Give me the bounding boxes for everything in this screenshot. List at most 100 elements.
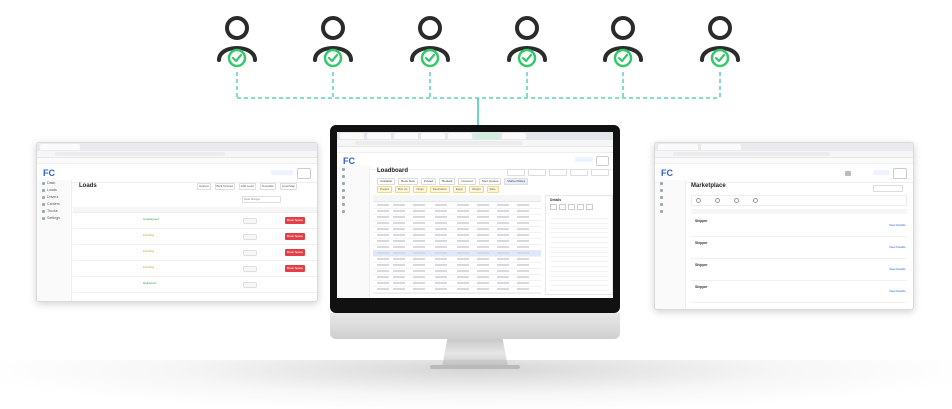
radio-icon[interactable] (734, 198, 739, 203)
sidebar-item[interactable]: Drivers (37, 194, 71, 201)
radio-icon[interactable] (753, 198, 758, 203)
sidebar-item[interactable] (655, 180, 685, 187)
address-bar[interactable] (655, 151, 913, 158)
sidebar-item[interactable] (655, 208, 685, 215)
sidebar-item[interactable] (337, 194, 369, 201)
filter-button[interactable] (873, 185, 903, 192)
browser-tab[interactable] (367, 133, 391, 139)
date-range-input[interactable]: Date Range (242, 196, 281, 203)
address-bar[interactable] (37, 151, 317, 158)
browser-tab[interactable] (658, 144, 698, 150)
tab[interactable]: Posted (420, 178, 437, 185)
toolbar-button[interactable]: Template (259, 183, 276, 190)
view-details-link[interactable]: View Details (889, 245, 905, 249)
toolbar-button[interactable]: Load Map (279, 183, 298, 190)
pagination[interactable] (373, 293, 541, 298)
sidebar-item[interactable] (655, 187, 685, 194)
table-row[interactable]: Unassigned Book Space (73, 213, 317, 229)
browser-tab[interactable] (340, 133, 364, 139)
app-logo: FC. (343, 156, 356, 166)
table-cell (377, 264, 389, 266)
tab[interactable]: Available (377, 178, 396, 185)
table-row[interactable]: Shipper View Details (691, 237, 907, 259)
sidebar (337, 166, 370, 298)
table-row[interactable]: Pending Book Space (73, 261, 317, 277)
toolbar-button[interactable] (591, 169, 609, 176)
table-row[interactable]: Shipper View Details (691, 215, 907, 237)
action-icon[interactable] (577, 204, 584, 210)
filter-chip[interactable]: Origin (413, 186, 427, 193)
browser-tab[interactable] (394, 133, 418, 139)
table-cell (413, 240, 425, 242)
loads-screen: FC. Dash Loads Drivers Carriers Trucks Settin… (36, 142, 318, 302)
filter-chip[interactable]: Rate (486, 186, 499, 193)
sidebar-item[interactable]: Settings (37, 215, 71, 222)
browser-tab-active[interactable] (475, 133, 499, 139)
toolbar-button[interactable] (528, 169, 546, 176)
sidebar-item[interactable] (337, 173, 369, 180)
browser-tab[interactable] (448, 133, 472, 139)
tab[interactable]: Spot Quotes (478, 178, 502, 185)
sidebar-item[interactable]: Carriers (37, 201, 71, 208)
sidebar-item[interactable]: Dash (37, 180, 71, 187)
browser-tab[interactable] (421, 133, 445, 139)
browser-tab[interactable] (502, 133, 526, 139)
toolbar-button[interactable] (570, 169, 588, 176)
account-chip[interactable] (873, 170, 889, 175)
sidebar-item[interactable] (337, 166, 369, 173)
toolbar-button[interactable] (507, 169, 525, 176)
sidebar-item[interactable] (655, 201, 685, 208)
table-row[interactable]: Pending Book Space (73, 245, 317, 261)
tab[interactable]: Book Now (398, 178, 418, 185)
menu-icon[interactable] (893, 168, 907, 179)
filter-chip[interactable]: Destination (429, 186, 450, 193)
table-cell (377, 204, 389, 206)
browser-tab[interactable] (701, 144, 741, 150)
sidebar-item[interactable]: Loads (37, 187, 71, 194)
tab[interactable]: Covered (458, 178, 476, 185)
table-cell (477, 252, 489, 254)
browser-tab-strip (37, 143, 317, 151)
sidebar-item[interactable] (337, 208, 369, 215)
sidebar-item[interactable]: Trucks (37, 208, 71, 215)
table-row[interactable]: Shipper View Details (691, 259, 907, 281)
tab[interactable]: Market Rates (504, 178, 529, 185)
table-row[interactable]: Pending Book Space (73, 229, 317, 245)
toolbar-button[interactable]: Upload (197, 183, 211, 190)
radio-icon[interactable] (715, 198, 720, 203)
action-icon[interactable] (568, 204, 575, 210)
toolbar-button[interactable] (549, 169, 567, 176)
book-button[interactable]: Book Space (285, 233, 305, 240)
account-chip[interactable] (575, 157, 593, 162)
filter-chip[interactable]: Posted (377, 186, 392, 193)
table-cell (393, 258, 405, 260)
view-details-link[interactable]: View Details (889, 223, 905, 227)
browser-tab[interactable] (40, 144, 80, 150)
sidebar-item[interactable] (337, 201, 369, 208)
toolbar-button[interactable]: Bulk Upload (214, 183, 235, 190)
action-icon[interactable] (550, 204, 557, 210)
menu-icon[interactable] (596, 156, 609, 166)
menu-icon[interactable] (297, 168, 311, 179)
book-button[interactable]: Book Space (285, 249, 305, 256)
table-row[interactable]: Delivered (73, 277, 317, 293)
book-button[interactable]: Book Space (285, 265, 305, 272)
account-chip[interactable] (271, 170, 293, 175)
view-details-link[interactable]: View Details (889, 267, 905, 271)
book-button[interactable]: Book Space (285, 217, 305, 224)
action-icon[interactable] (586, 204, 593, 210)
sidebar-item[interactable] (337, 187, 369, 194)
table-row[interactable] (373, 286, 541, 293)
filter-chip[interactable]: Weight (468, 186, 484, 193)
sidebar-item[interactable] (337, 180, 369, 187)
toolbar-button[interactable]: Add Load (238, 183, 256, 190)
action-icon[interactable] (559, 204, 566, 210)
view-details-link[interactable]: View Details (889, 289, 905, 293)
address-bar[interactable] (337, 140, 613, 147)
filter-chip[interactable]: Pick Up (394, 186, 411, 193)
filter-chip[interactable]: Equip (452, 186, 466, 193)
tab[interactable]: Booked (439, 178, 456, 185)
radio-icon[interactable] (696, 198, 701, 203)
table-row[interactable]: Shipper View Details (691, 281, 907, 303)
sidebar-item[interactable] (655, 194, 685, 201)
